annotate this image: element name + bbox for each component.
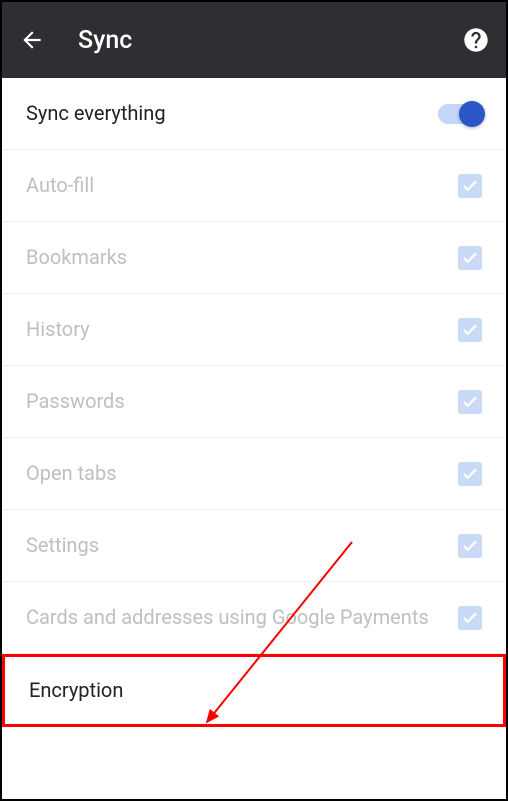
- open-tabs-checkbox: [458, 462, 482, 486]
- settings-row: Settings: [2, 510, 506, 582]
- passwords-label: Passwords: [26, 388, 458, 415]
- cards-addresses-label: Cards and addresses using Google Payment…: [26, 604, 458, 631]
- help-icon[interactable]: [462, 26, 490, 54]
- history-label: History: [26, 316, 458, 343]
- bookmarks-row: Bookmarks: [2, 222, 506, 294]
- settings-list: Sync everything Auto-fill Bookmarks Hist…: [2, 78, 506, 727]
- autofill-checkbox: [458, 174, 482, 198]
- settings-label: Settings: [26, 532, 458, 559]
- sync-everything-toggle[interactable]: [438, 104, 482, 124]
- encryption-label: Encryption: [29, 677, 479, 704]
- cards-addresses-checkbox: [458, 606, 482, 630]
- settings-checkbox: [458, 534, 482, 558]
- history-checkbox: [458, 318, 482, 342]
- bookmarks-checkbox: [458, 246, 482, 270]
- app-header: Sync: [2, 2, 506, 78]
- sync-everything-row[interactable]: Sync everything: [2, 78, 506, 150]
- sync-everything-label: Sync everything: [26, 100, 438, 127]
- bookmarks-label: Bookmarks: [26, 244, 458, 271]
- autofill-label: Auto-fill: [26, 172, 458, 199]
- open-tabs-label: Open tabs: [26, 460, 458, 487]
- passwords-checkbox: [458, 390, 482, 414]
- passwords-row: Passwords: [2, 366, 506, 438]
- toggle-knob: [459, 101, 485, 127]
- open-tabs-row: Open tabs: [2, 438, 506, 510]
- cards-addresses-row: Cards and addresses using Google Payment…: [2, 582, 506, 654]
- autofill-row: Auto-fill: [2, 150, 506, 222]
- history-row: History: [2, 294, 506, 366]
- page-title: Sync: [78, 26, 462, 55]
- back-icon[interactable]: [18, 26, 46, 54]
- encryption-row[interactable]: Encryption: [2, 654, 506, 727]
